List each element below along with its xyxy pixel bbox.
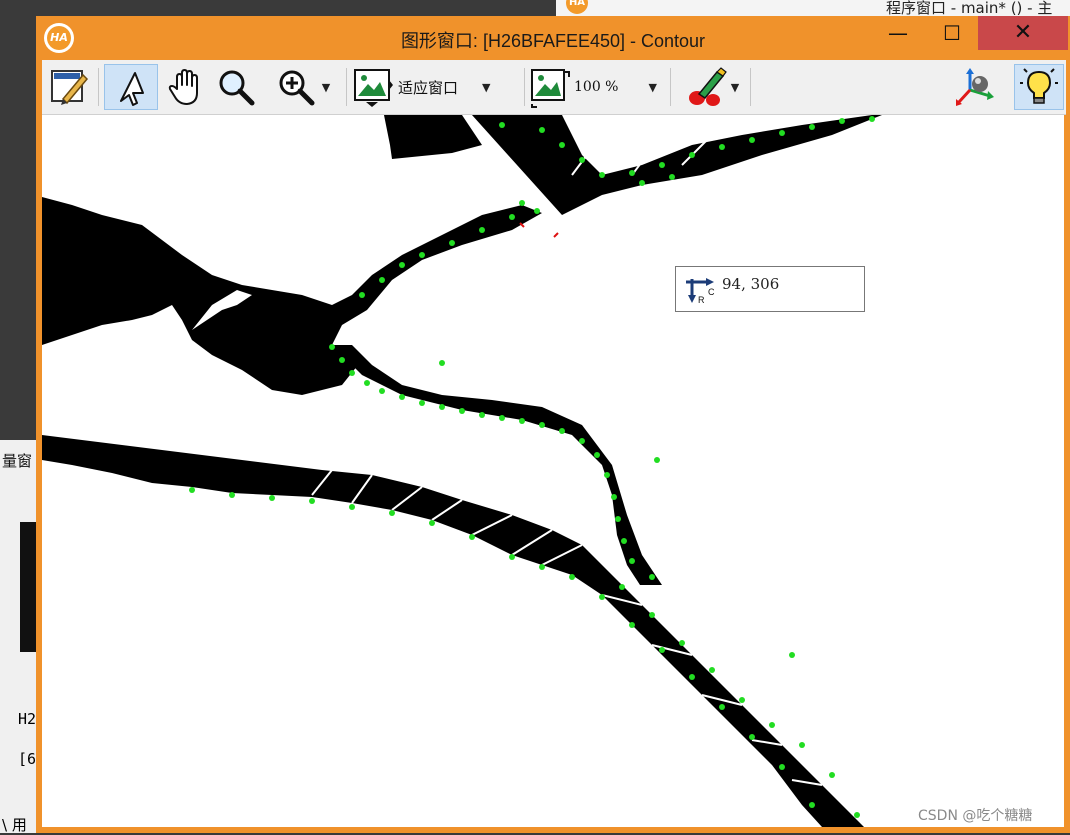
region-blob [384,115,482,159]
region-blob [42,435,864,827]
hand-icon [168,69,198,105]
variable-window-label: 量窗 [2,452,33,470]
zoom-in-tool-button[interactable]: ▼ [264,64,342,110]
zoom-image-icon [531,69,570,108]
hints-toggle-button[interactable] [1014,64,1064,110]
image-canvas[interactable]: R C 94, 306 [42,115,1064,827]
cursor-coordinates: 94, 306 [722,275,780,293]
window-titlebar[interactable]: HA 图形窗口: [H26BFAFEE450] - Contour — ☐ ✕ [36,16,1070,60]
halcon-logo-icon: HA [566,0,588,14]
magnifier-icon [219,70,255,106]
3d-axes-button[interactable] [950,64,1000,110]
chevron-down-icon[interactable]: ▼ [648,81,656,94]
region-blob [332,345,662,585]
draw-color-dropdown[interactable]: ▼ [676,64,748,110]
fit-window-label: 适应窗口 [398,78,459,97]
pointer-tool-button[interactable] [104,64,158,110]
thumbnail-image [20,522,36,652]
background-window-titlebar: HA 程序窗口 - main* () - 主 [556,0,1070,17]
maximize-button[interactable]: ☐ [930,16,974,50]
paint-brush-icon [688,67,727,106]
zoom-in-icon [279,70,315,106]
graphics-window: HA 图形窗口: [H26BFAFEE450] - Contour — ☐ ✕ [36,16,1070,833]
chevron-down-icon[interactable]: ▼ [322,81,330,94]
coordinate-tooltip: R C 94, 306 [675,266,865,312]
row-column-icon: R C [686,278,715,305]
edit-pencil-icon [51,70,89,105]
chevron-down-icon[interactable]: ▼ [482,81,490,94]
minimize-button[interactable]: — [876,16,920,50]
magnify-tool-button[interactable] [212,64,260,110]
variable-text: [6 [18,750,37,768]
axes-3d-icon [956,68,994,106]
fit-window-dropdown[interactable]: 适应窗口 ▼ [352,64,522,110]
watermark: CSDN @吃个糖糖 [918,808,1033,824]
contour-image [42,115,882,827]
svg-text:C: C [708,287,715,297]
background-left-panel: 量窗 H2 [6 \ 用 [0,440,37,834]
pan-tool-button[interactable] [160,64,210,110]
edit-draw-button[interactable] [44,64,94,110]
graphics-toolbar: ▼ 适应窗口 ▼ 100 % ▼ ▼ [42,60,1066,115]
svg-text:R: R [698,295,705,305]
pointer-arrow-icon [120,72,144,106]
zoom-level-dropdown[interactable]: 100 % ▼ [528,64,668,110]
region-blob [472,115,882,215]
red-marks [519,222,559,238]
variable-text: \ 用 [2,816,27,834]
region-blob [42,197,542,395]
close-button[interactable]: ✕ [978,16,1068,50]
projection-lines [311,124,823,786]
variable-text: H2 [18,710,37,728]
lightbulb-icon [1020,68,1058,104]
fit-window-icon [354,69,393,107]
chevron-down-icon[interactable]: ▼ [731,81,739,94]
zoom-level-value: 100 % [574,79,619,95]
